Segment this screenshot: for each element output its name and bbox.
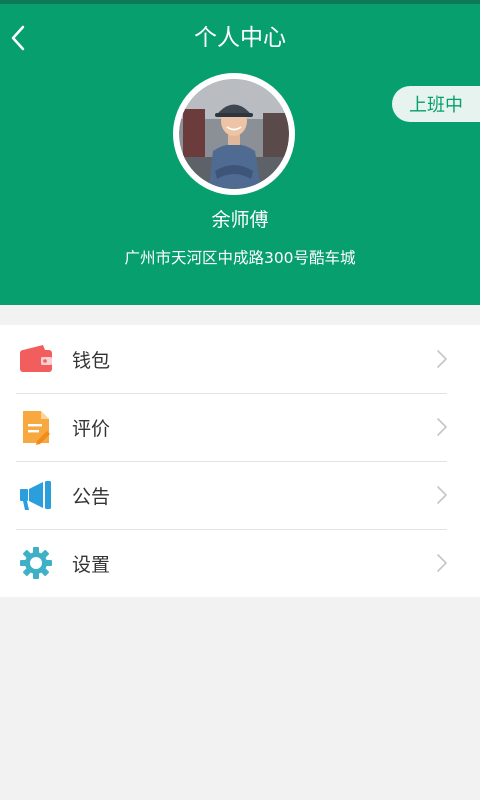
page-title: 个人中心 [194, 25, 286, 51]
user-address: 广州市天河区中成路300号酷车城 [124, 249, 356, 267]
chevron-right-icon [437, 350, 447, 368]
menu-item-label: 设置 [72, 553, 111, 576]
user-name: 余师傅 [211, 209, 269, 231]
menu-item-wallet[interactable]: 钱包 [0, 325, 480, 393]
avatar-photo [179, 79, 289, 189]
profile-header: 个人中心 上班中 余师傅 广州市天河区中成路300号酷车城 [0, 4, 480, 305]
menu-item-notice[interactable]: 公告 [0, 461, 480, 529]
wallet-icon [18, 341, 54, 377]
work-status-badge[interactable]: 上班中 [392, 86, 480, 122]
chevron-right-icon [437, 554, 447, 572]
chevron-right-icon [437, 418, 447, 436]
menu-item-review[interactable]: 评价 [0, 393, 480, 461]
menu-item-label: 公告 [72, 485, 111, 508]
megaphone-icon [18, 477, 54, 513]
avatar[interactable] [173, 73, 295, 195]
document-icon [18, 409, 54, 445]
menu-item-label: 钱包 [72, 349, 111, 372]
menu-item-label: 评价 [72, 417, 111, 440]
gear-icon [18, 545, 54, 581]
chevron-right-icon [437, 486, 447, 504]
menu-item-settings[interactable]: 设置 [0, 529, 480, 597]
profile-menu: 钱包 评价 公告 设置 [0, 325, 480, 597]
